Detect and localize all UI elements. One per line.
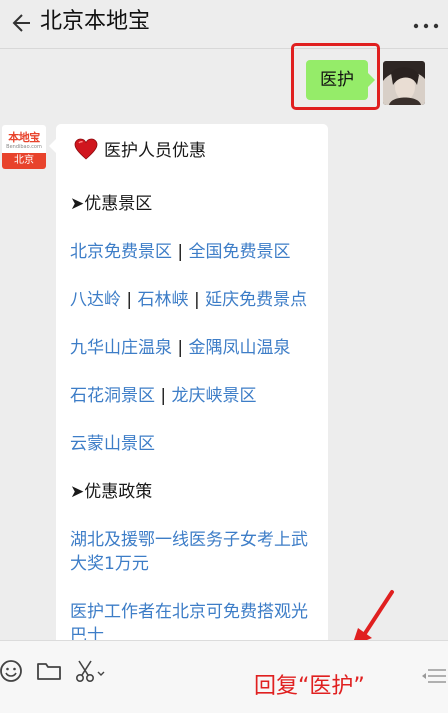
input-toolbar: [0, 640, 448, 713]
link-separator: |: [121, 290, 138, 310]
logo-subtext: Bendibao.com: [6, 144, 42, 150]
message-title-row: 医护人员优惠: [74, 138, 206, 163]
folder-icon[interactable]: [36, 658, 62, 684]
official-account-avatar[interactable]: 本地宝 Bendibao.com 北京: [2, 125, 46, 169]
back-arrow-icon[interactable]: [6, 9, 34, 37]
section-scenic-heading: ➤优惠景区: [70, 194, 153, 214]
link-row-1: 北京免费景区 | 全国免费景区: [70, 240, 291, 264]
incoming-bubble-tail: [49, 139, 56, 153]
link-national-free-scenic[interactable]: 全国免费景区: [189, 242, 291, 262]
link-jiuhua-spa[interactable]: 九华山庄温泉: [70, 338, 172, 358]
link-policy-hubei[interactable]: 湖北及援鄂一线医务子女考上武大奖1万元: [70, 528, 320, 576]
link-row-5: 云蒙山景区: [70, 432, 155, 456]
annotation-arrow: [352, 590, 394, 646]
user-avatar-image: [383, 61, 425, 105]
reply-instruction: 回复“医护”: [254, 674, 365, 699]
outgoing-message-bubble[interactable]: 医护: [306, 60, 368, 100]
menu-lines-icon[interactable]: [422, 666, 446, 686]
link-policy-free-bus[interactable]: 医护工作者在北京可免费搭观光巴士: [70, 600, 320, 640]
chat-header: 北京本地宝: [0, 0, 448, 49]
emoji-icon[interactable]: [0, 658, 24, 684]
scissors-icon[interactable]: [74, 658, 106, 684]
logo-text: 本地宝: [8, 131, 40, 144]
section-policy-heading: ➤优惠政策: [70, 482, 153, 502]
message-title: 医护人员优惠: [104, 141, 206, 161]
link-separator: |: [172, 338, 189, 358]
link-shilinxia[interactable]: 石林峡: [138, 290, 189, 310]
link-jinyu-fengshan-spa[interactable]: 金隅凤山温泉: [189, 338, 291, 358]
logo-city: 北京: [2, 153, 46, 169]
more-icon[interactable]: [410, 10, 442, 38]
link-yanqing-free[interactable]: 延庆免费景点: [205, 290, 307, 310]
link-yunmengshan[interactable]: 云蒙山景区: [70, 434, 155, 454]
outgoing-bubble-tail: [368, 73, 375, 87]
link-separator: |: [172, 242, 189, 262]
link-row-3: 九华山庄温泉 | 金隅凤山温泉: [70, 336, 291, 360]
link-badaling[interactable]: 八达岭: [70, 290, 121, 310]
link-separator: |: [188, 290, 206, 310]
chat-title: 北京本地宝: [40, 9, 151, 34]
link-separator: |: [155, 386, 172, 406]
link-beijing-free-scenic[interactable]: 北京免费景区: [70, 242, 172, 262]
heart-icon: [74, 138, 98, 160]
user-avatar[interactable]: [383, 61, 425, 105]
link-longqingxia[interactable]: 龙庆峡景区: [172, 386, 257, 406]
link-shihuadong[interactable]: 石花洞景区: [70, 386, 155, 406]
link-row-4: 石花洞景区 | 龙庆峡景区: [70, 384, 257, 408]
link-row-2: 八达岭 | 石林峡 | 延庆免费景点: [70, 288, 307, 312]
